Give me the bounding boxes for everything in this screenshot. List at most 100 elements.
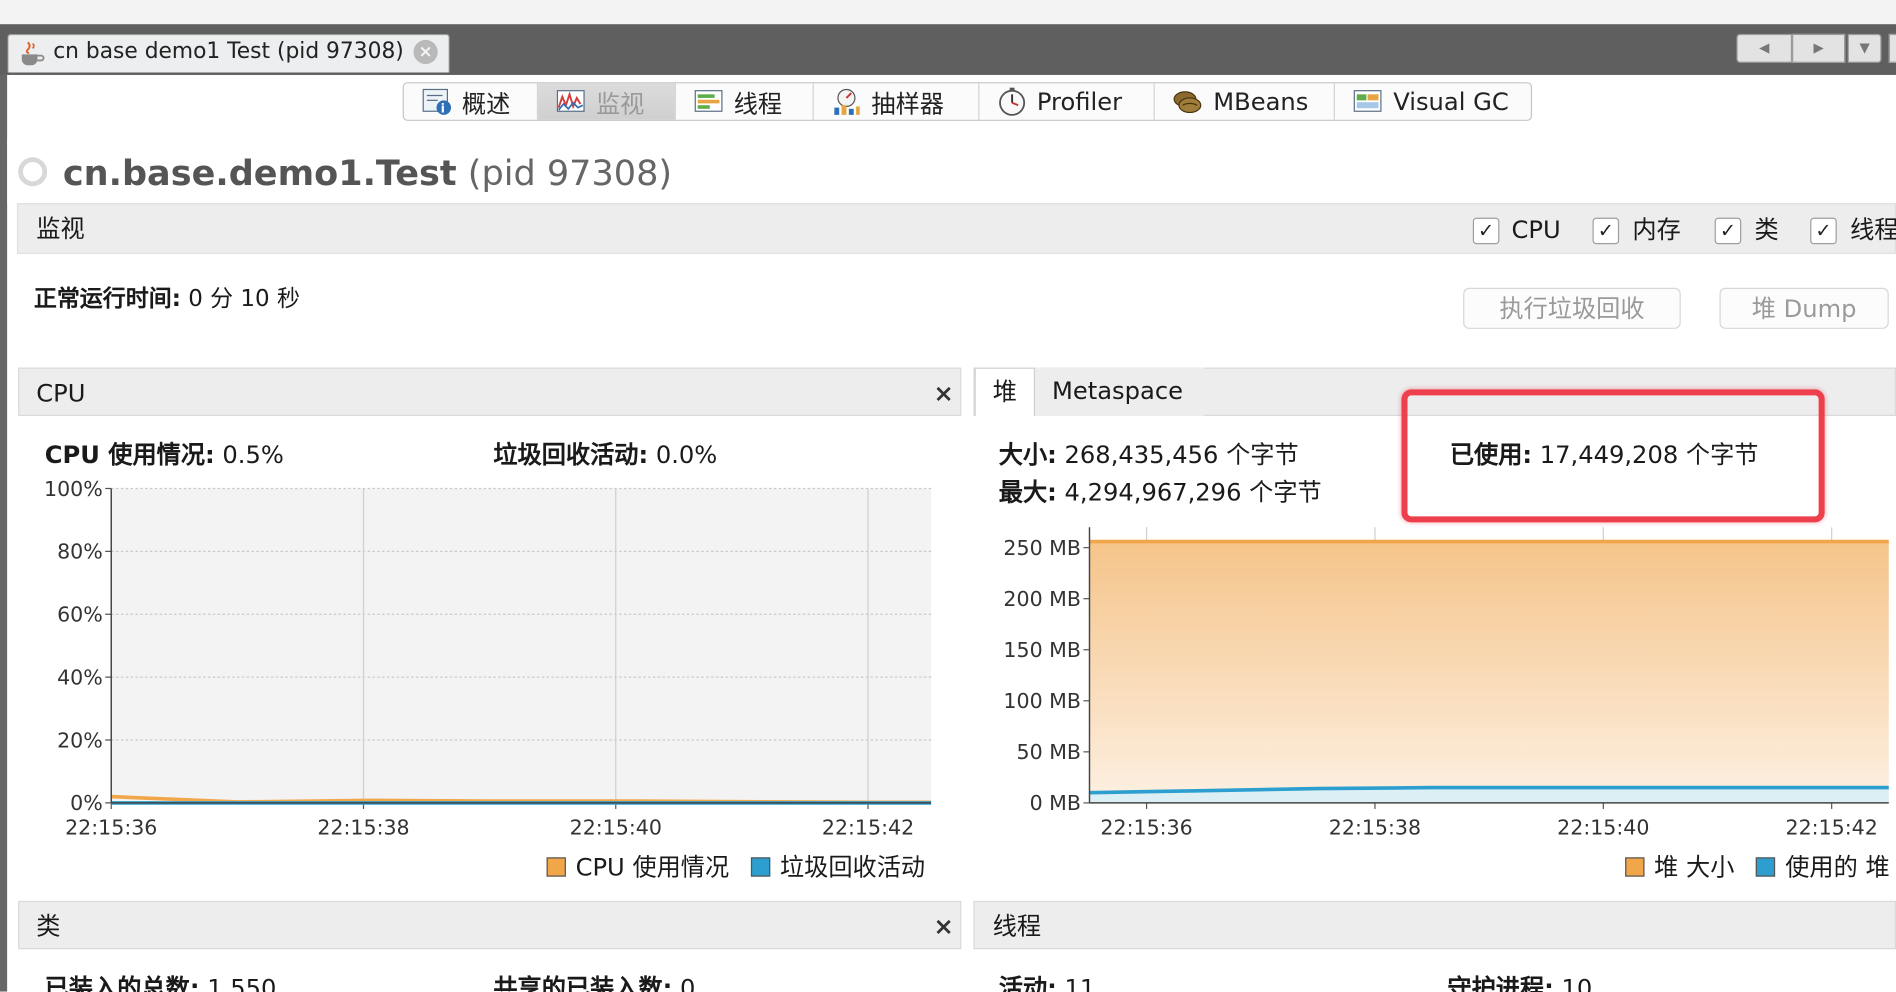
classes-loaded-stat: 已装入的总数: 1,550: [45, 972, 277, 992]
y-tick-label: 50 MB: [1017, 740, 1082, 764]
heap-used-swatch: [1756, 857, 1776, 877]
profiler-icon: [996, 87, 1027, 116]
tab-sampler[interactable]: 抽样器: [813, 83, 979, 120]
perform-gc-button[interactable]: 执行垃圾回收: [1463, 287, 1681, 329]
monitor-icon: [555, 87, 586, 116]
classes-shared-stat: 共享的已装入数: 0: [493, 972, 695, 992]
threads-daemon-value: 10: [1561, 973, 1593, 992]
close-tab-icon[interactable]: ×: [413, 39, 438, 65]
cpu-panel-title: CPU: [36, 378, 86, 408]
cpu-panel-close-icon[interactable]: ×: [934, 381, 954, 405]
tab-visual-gc-label: Visual GC: [1393, 87, 1509, 117]
threads-daemon-stat: 守护进程: 10: [1447, 972, 1592, 992]
tab-profiler[interactable]: Profiler: [979, 83, 1156, 120]
threads-live-label: 活动:: [998, 973, 1057, 992]
scroll-left-icon[interactable]: ◀: [1736, 33, 1793, 63]
y-tick-label: 0 MB: [1030, 791, 1081, 815]
plot-background: [111, 488, 932, 803]
y-tick-label: 20%: [57, 728, 103, 752]
y-tick-label: 40%: [57, 665, 103, 689]
x-tick-label: 22:15:40: [1557, 815, 1649, 839]
process-name: cn.base.demo1.Test: [62, 152, 457, 194]
y-tick-label: 80%: [57, 540, 103, 564]
process-pid: (pid 97308): [467, 152, 673, 194]
y-tick-label: 200 MB: [1003, 587, 1081, 611]
tab-sampler-label: 抽样器: [871, 88, 944, 118]
gc-activity-swatch: [750, 857, 771, 877]
classes-panel-header: [18, 900, 962, 950]
y-tick-label: 150 MB: [1003, 638, 1081, 662]
classes-shared-label: 共享的已装入数:: [493, 973, 673, 992]
heap-size-label: 大小:: [998, 440, 1057, 470]
tab-threads-label: 线程: [733, 88, 783, 118]
mbeans-icon: [1172, 87, 1203, 116]
cpu-usage-stat: CPU 使用情况: 0.5%: [45, 439, 284, 470]
tab-monitor[interactable]: 监视: [537, 83, 676, 120]
heap-max-stat: 最大: 4,294,967,296 个字节: [999, 476, 1322, 507]
classes-panel-close-icon[interactable]: ×: [934, 914, 954, 938]
tab-overview[interactable]: i 概述: [404, 83, 538, 120]
document-tab-label: cn base demo1 Test (pid 97308): [53, 38, 404, 65]
heap-size-stat: 大小: 268,435,456 个字节: [999, 439, 1299, 470]
tab-visual-gc[interactable]: Visual GC: [1335, 83, 1531, 119]
process-status-icon: [18, 157, 48, 187]
title-strip: [0, 0, 1896, 25]
x-tick-label: 22:15:42: [822, 815, 914, 839]
x-tick-label: 22:15:38: [317, 815, 409, 839]
cpu-checkbox[interactable]: ✓: [1472, 217, 1500, 245]
memory-checkbox[interactable]: ✓: [1592, 217, 1620, 245]
left-border: [0, 74, 8, 992]
classes-loaded-value: 1,550: [207, 973, 277, 992]
gc-activity-label: 垃圾回收活动:: [493, 440, 649, 470]
classes-checkbox[interactable]: ✓: [1714, 217, 1742, 245]
threads-icon: [693, 87, 724, 116]
y-tick-label: 100 MB: [1003, 689, 1081, 713]
heap-chart: 250 MB 200 MB 150 MB 100 MB 50 MB 0 MB 22:15:3…: [1003, 527, 1889, 839]
heap-size-value: 268,435,456 个字节: [1064, 440, 1299, 470]
classes-loaded-label: 已装入的总数:: [44, 973, 200, 992]
sampler-icon: [830, 87, 861, 116]
cpu-legend-label-0: CPU 使用情况: [575, 852, 730, 882]
x-tick-label: 22:15:42: [1786, 815, 1878, 839]
tab-monitor-label: 监视: [596, 88, 645, 118]
view-toolbar: i 概述 监视 线程 抽样器 Profiler MBeans Visual GC: [402, 82, 1533, 121]
heap-max-label: 最大:: [998, 477, 1057, 507]
heap-legend-label-0: 堆 大小: [1654, 852, 1735, 882]
uptime-value: 0 分 10 秒: [188, 285, 300, 312]
process-title: cn.base.demo1.Test (pid 97308): [63, 150, 672, 196]
svg-text:i: i: [441, 101, 445, 115]
cpu-chart: 100% 80% 60% 40% 20% 0%22:15:36 22:15:38 22:15:…: [44, 479, 932, 839]
tab-mbeans[interactable]: MBeans: [1155, 83, 1336, 120]
tab-threads[interactable]: 线程: [676, 83, 814, 120]
y-tick-label: 250 MB: [1003, 536, 1081, 560]
tab-heap[interactable]: 堆: [974, 367, 1036, 416]
overview-icon: i: [421, 87, 452, 116]
java-cup-icon: [21, 41, 45, 66]
threads-panel-header: [973, 900, 1896, 950]
tab-overview-label: 概述: [461, 88, 511, 118]
x-tick-label: 22:15:40: [570, 815, 662, 839]
y-tick-label: 100%: [44, 479, 103, 501]
threads-live-value: 11: [1064, 973, 1096, 992]
threads-checkbox[interactable]: ✓: [1810, 217, 1837, 245]
x-tick-label: 22:15:38: [1329, 815, 1421, 839]
scroll-right-icon[interactable]: ▶: [1792, 33, 1846, 63]
classes-panel-title: 类: [36, 911, 61, 941]
monitor-title: 监视: [36, 214, 85, 244]
classes-shared-value: 0: [680, 973, 696, 992]
heap-used-highlight-box: [1401, 389, 1825, 523]
tab-profiler-label: Profiler: [1036, 87, 1123, 117]
uptime-label: 正常运行时间:: [33, 285, 181, 312]
threads-panel-title: 线程: [992, 911, 1042, 941]
maximize-icon[interactable]: [1888, 33, 1896, 63]
tab-metaspace[interactable]: Metaspace: [1035, 367, 1205, 416]
gc-activity-stat: 垃圾回收活动: 0.0%: [493, 439, 717, 470]
threads-daemon-label: 守护进程:: [1447, 973, 1554, 992]
cpu-checkbox-label: CPU: [1511, 215, 1561, 245]
tab-list-dropdown-icon[interactable]: ▼: [1847, 33, 1882, 63]
heap-dump-button[interactable]: 堆 Dump: [1719, 287, 1889, 329]
memory-checkbox-label: 内存: [1632, 215, 1681, 245]
y-tick-label: 0%: [70, 791, 103, 815]
threads-checkbox-label: 线程: [1850, 215, 1896, 245]
heap-max-value: 4,294,967,296 个字节: [1064, 477, 1322, 507]
